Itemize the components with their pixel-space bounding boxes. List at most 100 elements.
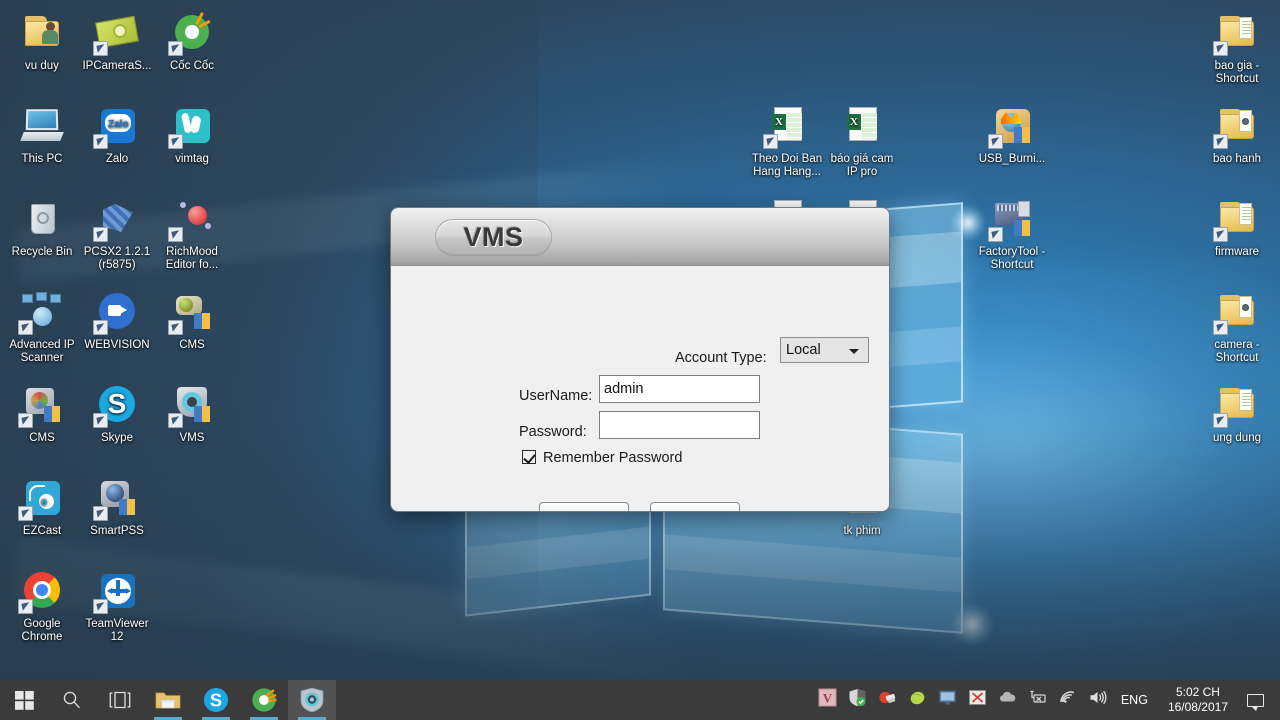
desktop-icon-ezcast[interactable]: e EZCast: [4, 473, 80, 538]
vms-app-icon: [168, 380, 216, 428]
desktop-icon-smartpss[interactable]: SmartPSS: [79, 473, 155, 538]
this-pc-icon: [18, 101, 66, 149]
desktop-icon-skype[interactable]: S Skype: [79, 380, 155, 445]
desktop-icon-teamviewer-12[interactable]: TeamViewer 12: [79, 566, 155, 644]
desktop-icon-label: firmware: [1214, 246, 1260, 258]
desktop-icon-b-o-gi-cam-ip-pro[interactable]: Xbáo giá cam IP pro: [824, 101, 900, 179]
ok-button[interactable]: OK: [539, 502, 629, 511]
ccleaner-tray-icon[interactable]: [878, 688, 902, 712]
shortcut-overlay-icon: [1213, 413, 1228, 428]
shortcut-overlay-icon: [93, 134, 108, 149]
shortcut-overlay-icon: [93, 599, 108, 614]
desktop-icon-zalo[interactable]: Zalo Zalo: [79, 101, 155, 166]
password-label: Password:: [519, 424, 587, 440]
folder-doc-icon: [1213, 194, 1261, 242]
cms-lens-icon: [18, 380, 66, 428]
desktop-icon-this-pc[interactable]: This PC: [4, 101, 80, 166]
desktop-icon-recycle-bin[interactable]: Recycle Bin: [4, 194, 80, 259]
taskbar-file-explorer[interactable]: [144, 680, 192, 720]
vms-logo-text: VMS: [463, 221, 524, 252]
desktop-icon-label: Cốc Cốc: [169, 60, 215, 72]
taskbar-skype[interactable]: S: [192, 680, 240, 720]
usb-eject-tray-icon[interactable]: [1028, 688, 1052, 712]
shortcut-overlay-icon: [18, 320, 33, 335]
x-close-tray-icon[interactable]: [968, 688, 992, 712]
display-tray-icon[interactable]: [938, 688, 962, 712]
cloud-tray-icon[interactable]: [998, 688, 1022, 712]
desktop-icon-vimtag[interactable]: vimtag: [154, 101, 230, 166]
task-view-icon[interactable]: [96, 680, 144, 720]
desktop-icon-label: WEBVISION: [84, 339, 150, 351]
desktop-icon-webvision[interactable]: WEBVISION: [79, 287, 155, 352]
desktop-icon-firmware[interactable]: firmware: [1199, 194, 1275, 259]
shortcut-overlay-icon: [988, 227, 1003, 242]
desktop-icon-label: Recycle Bin: [11, 246, 73, 258]
windows-defender-tray-icon[interactable]: [848, 688, 872, 712]
desktop-icon-bao-hanh[interactable]: bao hanh: [1199, 101, 1275, 166]
language-indicator[interactable]: ENG: [1121, 693, 1148, 707]
search-icon[interactable]: [48, 680, 96, 720]
smartpss-icon: [93, 473, 141, 521]
desktop-icon-cms[interactable]: CMS: [154, 287, 230, 352]
desktop-icon-label: USB_Burni...: [978, 153, 1046, 165]
notification-bubble: [1246, 693, 1264, 711]
dialog-titlebar[interactable]: VMS: [391, 208, 889, 266]
desktop-icon-factorytool-shortcut[interactable]: FactoryTool - Shortcut: [974, 194, 1050, 272]
chrome-icon: [18, 566, 66, 614]
desktop-icon-usb-burni[interactable]: USB_Burni...: [974, 101, 1050, 166]
desktop-icon-cms[interactable]: CMS: [4, 380, 80, 445]
action-center-icon[interactable]: [1238, 693, 1272, 711]
shortcut-overlay-icon: [1213, 227, 1228, 242]
lemon-tray-icon[interactable]: [908, 688, 932, 712]
shortcut-overlay-icon: [18, 413, 33, 428]
usb-burn-icon: [988, 101, 1036, 149]
desktop-icon-c-c-c-c[interactable]: Cốc Cốc: [154, 8, 230, 73]
desktop-icon-bao-gia-shortcut[interactable]: bao gia - Shortcut: [1199, 8, 1275, 86]
desktop-icon-ipcameras[interactable]: IPCameraS...: [79, 8, 155, 73]
start-button[interactable]: [0, 680, 48, 720]
clock-date: 16/08/2017: [1167, 700, 1228, 714]
desktop-icon-label: bao gia - Shortcut: [1214, 60, 1260, 85]
vms-login-dialog: VMS Account Type: Local UserName: admin …: [390, 207, 890, 512]
dialog-body: Account Type: Local UserName: admin Pass…: [391, 266, 889, 511]
desktop-icon-theo-doi-ban-hang-hang[interactable]: X Theo Doi Ban Hang Hang...: [749, 101, 825, 179]
desktop-icon-label: VMS: [179, 432, 205, 444]
shortcut-overlay-icon: [1213, 134, 1228, 149]
richmood-icon: [168, 194, 216, 242]
v-app-tray-icon[interactable]: V: [818, 688, 842, 712]
username-input[interactable]: admin: [599, 375, 760, 403]
desktop-icon-richmood-editor-fo[interactable]: RichMood Editor fo...: [154, 194, 230, 272]
desktop-icon-advanced-ip-scanner[interactable]: Advanced IP Scanner: [4, 287, 80, 365]
clock[interactable]: 5:02 CH 16/08/2017: [1158, 685, 1238, 715]
desktop-icon-ung-dung[interactable]: ung dung: [1199, 380, 1275, 445]
desktop-icon-label: Skype: [101, 432, 133, 444]
desktop-icon-vu-duy[interactable]: vu duy: [4, 8, 80, 73]
vms-app-icon: [300, 687, 324, 713]
shortcut-overlay-icon: [168, 134, 183, 149]
cms-cam-icon: [168, 287, 216, 335]
cancel-button[interactable]: Cancel: [650, 502, 740, 511]
desktop-icon-label: Theo Doi Ban Hang Hang...: [751, 153, 823, 178]
desktop-icon-label: IPCameraS...: [82, 60, 152, 72]
taskbar: S V ENG 5:02 CH 16/08/2017: [0, 680, 1280, 720]
password-input[interactable]: [599, 411, 760, 439]
volume-tray-icon[interactable]: [1088, 688, 1112, 712]
desktop-icon-camera-shortcut[interactable]: camera - Shortcut: [1199, 287, 1275, 365]
desktop-icon-vms[interactable]: VMS: [154, 380, 230, 445]
account-type-value: Local: [786, 342, 821, 358]
desktop-icon-label: báo giá cam IP pro: [830, 153, 894, 178]
taskbar-vms[interactable]: [288, 680, 336, 720]
remember-password-checkbox[interactable]: [522, 450, 536, 464]
folder-user-icon: [18, 8, 66, 56]
skype-icon: S: [204, 688, 228, 712]
excel-icon: X: [763, 101, 811, 149]
shortcut-overlay-icon: [18, 506, 33, 521]
shortcut-overlay-icon: [763, 134, 778, 149]
taskbar-coccoc[interactable]: [240, 680, 288, 720]
folder-doc-icon: [1213, 8, 1261, 56]
account-type-dropdown[interactable]: Local: [780, 337, 869, 363]
network-tray-icon[interactable]: [1058, 688, 1082, 712]
desktop-icon-google-chrome[interactable]: Google Chrome: [4, 566, 80, 644]
desktop-icon-label: ung dung: [1213, 432, 1261, 444]
desktop-icon-pcsx2-1-2-1-r5875[interactable]: PCSX2 1.2.1 (r5875): [79, 194, 155, 272]
